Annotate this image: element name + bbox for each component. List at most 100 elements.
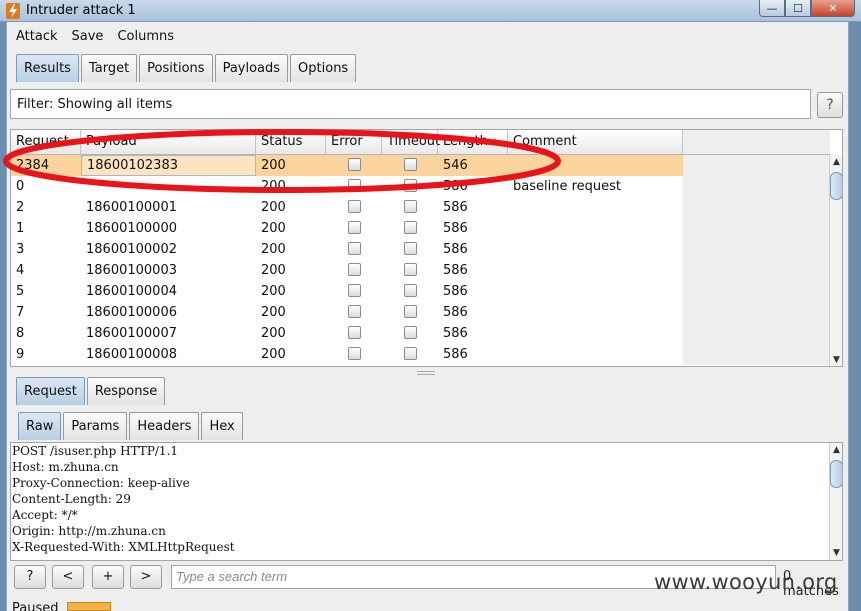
cell-payload: 18600100002 [86,242,177,257]
table-row[interactable]: 1 18600100000 200 586 [11,218,830,239]
menu-save[interactable]: Save [63,27,109,47]
cell-payload: 18600100003 [86,263,177,278]
col-error[interactable]: Error [326,130,382,154]
table-row[interactable]: 8 18600100007 200 586 [11,323,830,344]
window-title: Intruder attack 1 [26,3,136,18]
search-add-button[interactable]: + [92,565,124,589]
checkbox [403,284,417,297]
cell-status: 200 [261,242,286,257]
table-scrollbar[interactable]: ▲ ▼ [829,155,842,366]
cell-timeout [382,218,438,239]
cell-comment [508,218,683,239]
table-row[interactable]: 9 18600100008 200 586 [11,344,830,365]
cell-error [326,323,382,344]
tab-request[interactable]: Request [16,377,85,405]
checkbox [347,242,361,255]
tab-payloads[interactable]: Payloads [214,54,289,82]
checkbox [403,179,417,192]
raw-request-editor[interactable]: POST /isuser.php HTTP/1.1 Host: m.zhuna.… [10,442,843,561]
tab-options[interactable]: Options [290,54,357,82]
checkbox [403,242,417,255]
scroll-up-icon[interactable]: ▲ [830,443,842,457]
checkbox [403,347,417,360]
cell-length: 586 [443,263,468,278]
tab-response[interactable]: Response [86,377,166,405]
scroll-up-icon[interactable]: ▲ [830,155,842,169]
search-prev-button[interactable]: < [52,565,84,589]
search-help-button[interactable]: ? [14,565,46,589]
cell-timeout [382,302,438,323]
cell-status: 200 [261,284,286,299]
cell-status: 200 [261,179,286,194]
filter-bar[interactable]: Filter: Showing all items [10,89,811,119]
split-pane-handle[interactable] [417,371,435,375]
cell-length: 586 [443,179,468,194]
col-payload[interactable]: Payload [81,130,256,154]
filter-help-button[interactable]: ? [817,92,843,118]
table-row[interactable]: 5 18600100004 200 586 [11,281,830,302]
tab-target[interactable]: Target [80,54,138,82]
scroll-thumb[interactable] [830,460,842,488]
cell-filler [683,302,830,323]
cell-payload: 18600100007 [86,326,177,341]
col-length[interactable]: Length [438,130,508,154]
minimize-button[interactable]: — [759,0,785,17]
table-row[interactable]: 2 18600100001 200 586 [11,197,830,218]
col-timeout[interactable]: Timeout [382,130,440,154]
tab-hex[interactable]: Hex [201,412,243,440]
cell-length: 586 [443,242,468,257]
cell-length: 586 [443,221,468,236]
menu-columns[interactable]: Columns [108,27,179,47]
cell-timeout [382,344,438,365]
checkbox [403,158,417,171]
cell-error [326,218,382,239]
table-row[interactable]: 3 18600100002 200 586 [11,239,830,260]
menu-attack[interactable]: Attack [7,27,63,47]
attack-progress-bar [67,602,111,611]
table-row[interactable]: 7 18600100006 200 586 [11,302,830,323]
table-row[interactable]: 4 18600100003 200 586 [11,260,830,281]
view-tabs: Raw Params Headers Hex [18,412,245,440]
cell-filler [683,155,830,176]
search-next-button[interactable]: > [130,565,162,589]
tab-raw[interactable]: Raw [18,412,62,440]
raw-scrollbar[interactable]: ▲ ▼ [829,443,842,560]
close-button[interactable]: ✕ [811,0,855,17]
checkbox [403,305,417,318]
table-row[interactable]: 0 200 586 baseline request [11,176,830,197]
tab-positions[interactable]: Positions [139,54,213,82]
checkbox [347,326,361,339]
col-status[interactable]: Status [256,130,326,154]
checkbox [347,284,361,297]
cell-payload: 18600100001 [86,200,177,215]
scroll-thumb[interactable] [830,172,842,200]
col-comment[interactable]: Comment [508,130,683,154]
tab-headers[interactable]: Headers [129,412,200,440]
cell-length: 586 [443,347,468,362]
scroll-down-icon[interactable]: ▼ [830,546,842,560]
cell-length: 586 [443,305,468,320]
table-row[interactable]: 2384 18600102383 200 546 [11,155,830,176]
cell-length: 586 [443,284,468,299]
tab-results[interactable]: Results [16,54,79,82]
cell-comment [508,281,683,302]
col-request[interactable]: Request [11,130,81,154]
checkbox [347,158,361,171]
tab-params[interactable]: Params [63,412,128,440]
results-table: Request Payload Status Error Timeout Len… [10,129,843,367]
cell-comment [508,239,683,260]
cell-payload: 18600102383 [81,155,256,176]
cell-error [326,260,382,281]
raw-line: Origin: http://m.zhuna.cn [12,524,166,538]
cell-payload: 18600100004 [86,284,177,299]
col-length-label: Length [443,134,488,149]
cell-timeout [382,239,438,260]
cell-status: 200 [261,326,286,341]
checkbox [403,263,417,276]
cell-payload: 18600100008 [86,347,177,362]
raw-line: POST /isuser.php HTTP/1.1 [12,444,179,458]
cell-request: 1 [16,221,25,236]
maximize-button[interactable]: ☐ [785,0,811,17]
scroll-down-icon[interactable]: ▼ [830,353,842,366]
table-header: Request Payload Status Error Timeout Len… [11,130,830,155]
